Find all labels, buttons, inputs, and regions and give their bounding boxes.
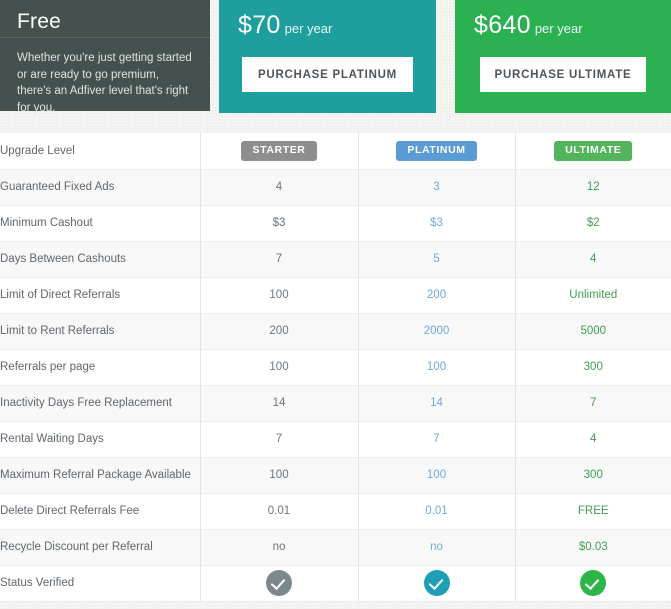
row-value-starter: 100 — [200, 277, 359, 314]
table-row: Limit to Rent Referrals 200 2000 5000 — [0, 313, 671, 350]
table-row: Limit of Direct Referrals 100 200 Unlimited — [0, 277, 671, 314]
row-value-ultimate: 5000 — [515, 313, 671, 350]
free-plan-title: Free — [17, 10, 61, 33]
header-platinum-cell: PLATINUM — [358, 133, 516, 170]
status-check-starter-cell — [200, 565, 359, 602]
row-value-platinum: $3 — [358, 205, 516, 242]
table-row: Guaranteed Fixed Ads 4 3 12 — [0, 169, 671, 206]
row-value-platinum: 2000 — [358, 313, 516, 350]
table-row: Rental Waiting Days 7 7 4 — [0, 421, 671, 458]
row-label: Rental Waiting Days — [0, 421, 201, 458]
row-value-starter: 100 — [200, 457, 359, 494]
table-header-row: Upgrade Level STARTER PLATINUM ULTIMATE — [0, 133, 671, 170]
table-row: Minimum Cashout $3 $3 $2 — [0, 205, 671, 242]
table-row: Inactivity Days Free Replacement 14 14 7 — [0, 385, 671, 422]
header-starter-cell: STARTER — [200, 133, 359, 170]
row-value-ultimate: Unlimited — [515, 277, 671, 314]
row-value-ultimate: 7 — [515, 385, 671, 422]
row-value-ultimate: 12 — [515, 169, 671, 206]
header-label-cell: Upgrade Level — [0, 133, 201, 170]
platinum-price-line: $70 per year — [219, 0, 436, 40]
row-label: Guaranteed Fixed Ads — [0, 169, 201, 206]
row-value-starter: $3 — [200, 205, 359, 242]
starter-badge: STARTER — [241, 140, 317, 161]
row-value-starter: 7 — [200, 241, 359, 278]
table-row: Referrals per page 100 100 300 — [0, 349, 671, 386]
row-label: Delete Direct Referrals Fee — [0, 493, 201, 530]
table-row: Recycle Discount per Referral no no $0.03 — [0, 529, 671, 566]
free-plan-card: Free Whether you're just getting started… — [0, 0, 210, 114]
row-label: Limit to Rent Referrals — [0, 313, 201, 350]
header-ultimate-cell: ULTIMATE — [515, 133, 671, 170]
platinum-plan-card: $70 per year PURCHASE PLATINUM — [219, 0, 436, 113]
row-value-platinum: no — [358, 529, 516, 566]
table-row: Days Between Cashouts 7 5 4 — [0, 241, 671, 278]
row-value-starter: 4 — [200, 169, 359, 206]
row-value-starter: 100 — [200, 349, 359, 386]
comparison-table-container: Upgrade Level STARTER PLATINUM ULTIMATE … — [0, 133, 671, 602]
platinum-badge: PLATINUM — [396, 140, 477, 161]
platinum-price-period: per year — [284, 21, 333, 36]
row-label: Referrals per page — [0, 349, 201, 386]
purchase-platinum-button[interactable]: PURCHASE PLATINUM — [242, 57, 413, 92]
row-value-ultimate: 4 — [515, 241, 671, 278]
row-value-platinum: 5 — [358, 241, 516, 278]
check-circle-icon — [266, 570, 292, 596]
check-circle-icon — [423, 570, 450, 596]
row-value-ultimate: 4 — [515, 421, 671, 458]
row-value-ultimate: 300 — [515, 457, 671, 494]
check-circle-icon — [580, 570, 607, 596]
card-spacer — [210, 0, 219, 1]
purchase-ultimate-button[interactable]: PURCHASE ULTIMATE — [480, 57, 646, 92]
row-label: Days Between Cashouts — [0, 241, 201, 278]
row-value-starter: 200 — [200, 313, 359, 350]
status-check-ultimate-cell — [515, 565, 671, 602]
row-value-platinum: 3 — [358, 169, 516, 206]
row-value-platinum: 100 — [358, 457, 516, 494]
row-value-platinum: 0.01 — [358, 493, 516, 530]
table-row: Maximum Referral Package Available 100 100… — [0, 457, 671, 494]
ultimate-price-amount: $640 — [474, 11, 531, 39]
row-label: Minimum Cashout — [0, 205, 201, 242]
status-verified-row: Status Verified — [0, 565, 671, 602]
row-value-ultimate: FREE — [515, 493, 671, 530]
row-label: Limit of Direct Referrals — [0, 277, 201, 314]
row-value-starter: 14 — [200, 385, 359, 422]
row-value-starter: 7 — [200, 421, 359, 458]
row-value-platinum: 14 — [358, 385, 516, 422]
free-plan-description: Whether you're just getting started or a… — [17, 52, 192, 114]
table-row: Delete Direct Referrals Fee 0.01 0.01 FREE — [0, 493, 671, 530]
row-label: Inactivity Days Free Replacement — [0, 385, 201, 422]
row-value-ultimate: 300 — [515, 349, 671, 386]
row-label: Recycle Discount per Referral — [0, 529, 201, 566]
row-value-starter: 0.01 — [200, 493, 359, 530]
status-check-platinum-cell — [358, 565, 516, 602]
plan-comparison-table: Upgrade Level STARTER PLATINUM ULTIMATE … — [0, 133, 671, 602]
row-value-starter: no — [200, 529, 359, 566]
row-value-platinum: 100 — [358, 349, 516, 386]
pricing-cards: Free Whether you're just getting started… — [0, 0, 671, 122]
ultimate-plan-card: $640 per year PURCHASE ULTIMATE — [455, 0, 671, 113]
ultimate-badge: ULTIMATE — [554, 140, 633, 161]
row-value-ultimate: $2 — [515, 205, 671, 242]
ultimate-price-period: per year — [534, 21, 583, 36]
platinum-price-amount: $70 — [238, 11, 281, 39]
row-label: Maximum Referral Package Available — [0, 457, 201, 494]
status-row-label: Status Verified — [0, 565, 201, 602]
row-value-ultimate: $0.03 — [515, 529, 671, 566]
row-value-platinum: 200 — [358, 277, 516, 314]
ultimate-price-line: $640 per year — [455, 0, 671, 40]
row-value-platinum: 7 — [358, 421, 516, 458]
